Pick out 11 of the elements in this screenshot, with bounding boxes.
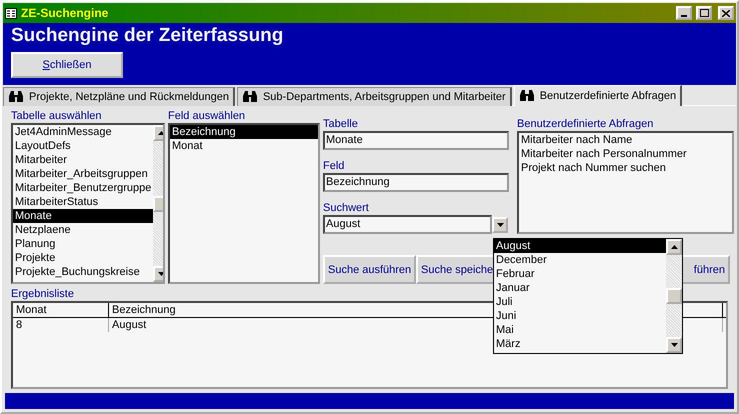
field-label: Benutzerdefinierte Abfragen [517, 118, 654, 131]
window-title: ZE-Suchengine [21, 6, 110, 20]
field-label: Tabelle [323, 118, 358, 131]
field-label: Tabelle auswählen [11, 110, 102, 123]
field-label: Feld [323, 160, 344, 173]
form-heading: Suchengine der Zeiterfassung [11, 25, 284, 47]
field-label: Ergebnisliste [11, 288, 74, 301]
field-label: Suchwert [323, 202, 369, 215]
field-label: Feld auswählen [168, 110, 246, 123]
table-cell: 8 [13, 318, 109, 332]
column-header: Monat [13, 303, 109, 317]
